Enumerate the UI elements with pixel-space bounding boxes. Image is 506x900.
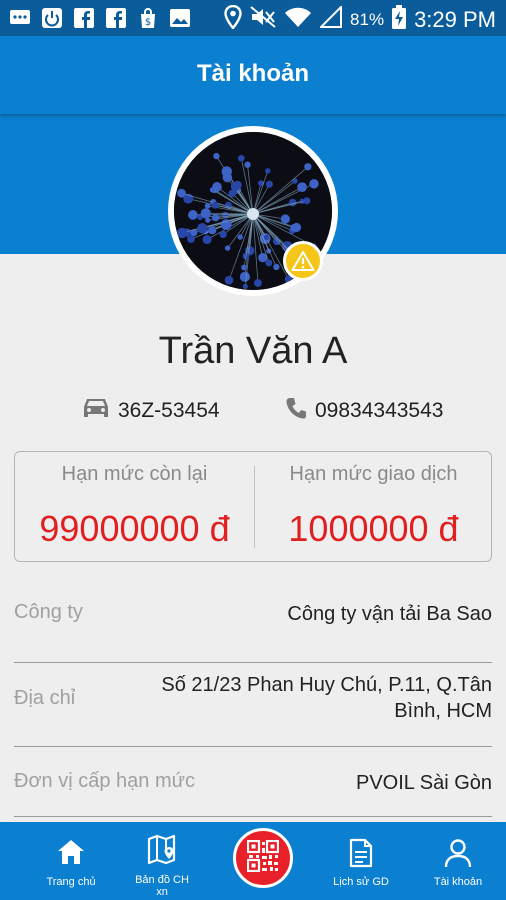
location-icon bbox=[224, 4, 242, 35]
messages-icon bbox=[8, 7, 32, 29]
mute-icon bbox=[250, 6, 276, 34]
wifi-icon bbox=[284, 6, 312, 34]
nav-map-label: Bản đồ CH xn bbox=[117, 874, 207, 898]
status-bar: $ 81% 3:29 PM bbox=[0, 0, 506, 36]
contact-info-row: 36Z-53454 09834343543 bbox=[0, 396, 506, 428]
limits-card: Hạn mức còn lại 99000000 đ Hạn mức giao … bbox=[14, 451, 492, 562]
company-label: Công ty bbox=[14, 601, 83, 623]
warning-icon[interactable] bbox=[283, 241, 323, 281]
account-screen: $ 81% 3:29 PM Tài khoản Trần Văn A 36Z-5… bbox=[0, 0, 506, 900]
remaining-limit-label: Hạn mức còn lại bbox=[61, 463, 208, 485]
nav-map-label-line-1: Bản đồ CH bbox=[135, 874, 189, 886]
address-value: Số 21/23 Phan Huy Chú, P.11, Q.Tân Bình,… bbox=[161, 672, 492, 724]
page-title: Tài khoản bbox=[196, 60, 310, 87]
transaction-limit-label: Hạn mức giao dịch bbox=[289, 463, 458, 485]
qr-scan-button[interactable] bbox=[233, 828, 293, 888]
nav-account-label: Tài khoản bbox=[433, 876, 483, 888]
remaining-limit-value: 99000000 đ bbox=[39, 508, 230, 549]
document-list-icon bbox=[316, 838, 406, 870]
phone-info: 09834343543 bbox=[285, 396, 443, 426]
phone-icon bbox=[285, 396, 307, 426]
plate-number: 36Z-53454 bbox=[118, 399, 220, 422]
image-icon bbox=[168, 7, 192, 29]
address-row: Địa chỉ Số 21/23 Phan Huy Chú, P.11, Q.T… bbox=[14, 663, 492, 747]
address-label: Địa chỉ bbox=[14, 687, 76, 709]
nav-transaction-history[interactable]: Lịch sử GD bbox=[316, 822, 406, 900]
svg-text:$: $ bbox=[145, 17, 151, 28]
qr-code-icon bbox=[246, 839, 280, 877]
clock: 3:29 PM bbox=[414, 7, 496, 32]
battery-charging-icon bbox=[392, 5, 407, 35]
address-line-2: Bình, HCM bbox=[394, 700, 492, 722]
nav-station-map[interactable]: Bản đồ CH xn bbox=[117, 822, 207, 900]
user-name: Trần Văn A bbox=[158, 330, 348, 372]
shopping-bag-icon: $ bbox=[136, 7, 160, 29]
nav-home[interactable]: Trang chủ bbox=[26, 822, 116, 900]
transaction-limit: Hạn mức giao dịch 1000000 đ bbox=[254, 452, 493, 563]
facebook-icon bbox=[72, 7, 96, 29]
nav-history-label: Lịch sử GD bbox=[333, 876, 389, 888]
vehicle-plate: 36Z-53454 bbox=[82, 396, 220, 426]
map-icon bbox=[117, 834, 207, 866]
phone-number: 09834343543 bbox=[315, 399, 444, 422]
notification-icons: $ bbox=[8, 7, 192, 29]
remaining-limit: Hạn mức còn lại 99000000 đ bbox=[15, 452, 254, 563]
facebook-icon bbox=[104, 7, 128, 29]
app-bar: Tài khoản bbox=[0, 36, 506, 114]
power-icon bbox=[40, 7, 64, 29]
company-value: Công ty vận tải Ba Sao bbox=[287, 603, 492, 625]
limit-issuer-label: Đơn vị cấp hạn mức bbox=[14, 770, 196, 792]
signal-icon bbox=[318, 4, 343, 34]
nav-map-label-line-2: xn bbox=[156, 886, 168, 898]
nav-account[interactable]: Tài khoản bbox=[413, 822, 503, 900]
battery-percent: 81% bbox=[350, 10, 385, 29]
limit-issuer-value: PVOIL Sài Gòn bbox=[356, 772, 492, 794]
person-icon bbox=[413, 838, 503, 870]
car-icon bbox=[82, 396, 110, 426]
transaction-limit-value: 1000000 đ bbox=[288, 508, 459, 549]
limit-issuer-row: Đơn vị cấp hạn mức PVOIL Sài Gòn bbox=[14, 747, 492, 817]
system-status: 81% 3:29 PM bbox=[224, 4, 496, 35]
home-icon bbox=[26, 838, 116, 870]
address-line-1: Số 21/23 Phan Huy Chú, P.11, Q.Tân bbox=[161, 674, 492, 696]
nav-home-label: Trang chủ bbox=[46, 876, 96, 888]
company-row: Công ty Công ty vận tải Ba Sao bbox=[14, 578, 492, 663]
